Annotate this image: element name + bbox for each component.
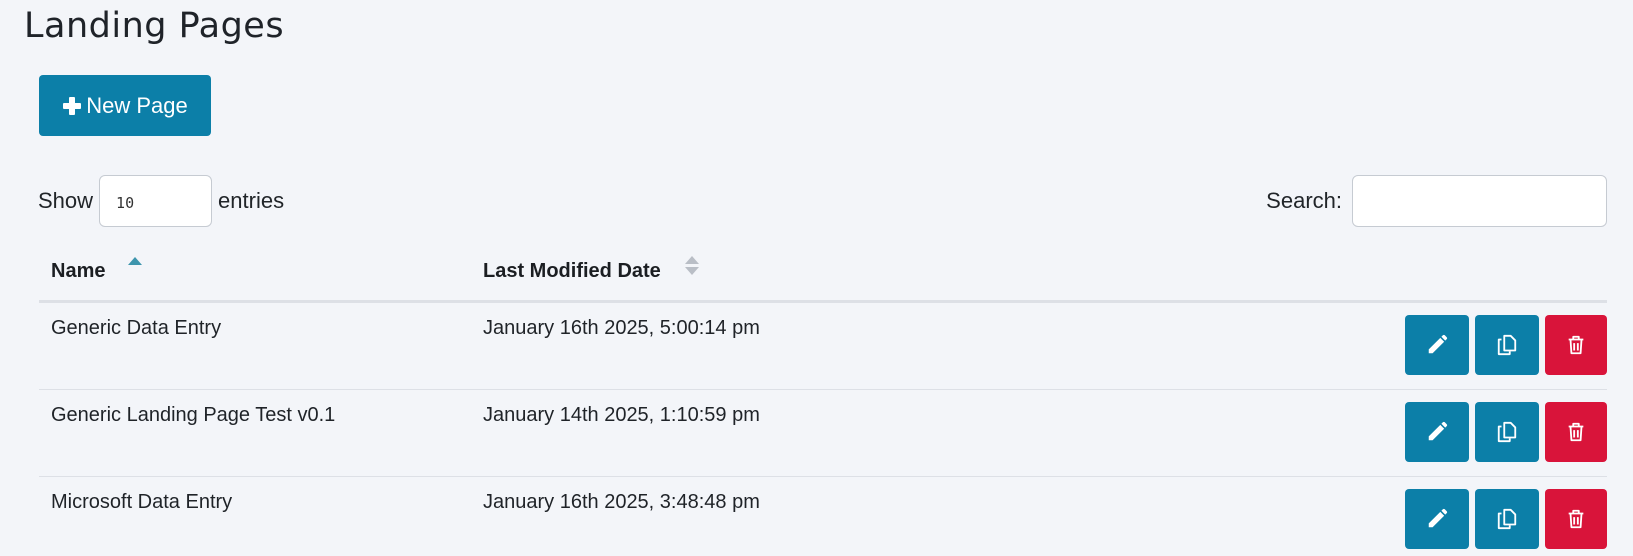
row-actions — [1405, 315, 1607, 375]
copy-icon — [1497, 508, 1517, 530]
column-header-last-modified[interactable]: Last Modified Date — [483, 256, 699, 283]
edit-button[interactable] — [1405, 402, 1469, 462]
page-length-select[interactable]: 10 — [99, 175, 213, 227]
table-row: Generic Landing Page Test v0.1 January 1… — [39, 390, 1607, 477]
table-row: Generic Data Entry January 16th 2025, 5:… — [39, 303, 1607, 390]
delete-button[interactable] — [1545, 315, 1607, 375]
row-actions — [1405, 489, 1607, 549]
row-modified-date: January 16th 2025, 3:48:48 pm — [483, 491, 760, 513]
page-title: Landing Pages — [24, 6, 285, 46]
plus-icon — [63, 96, 82, 115]
row-name: Microsoft Data Entry — [51, 491, 233, 513]
page-length-value: 10 — [116, 194, 135, 212]
search-control: Search: — [1266, 175, 1607, 227]
table-header: Name Last Modified Date — [39, 240, 1607, 303]
delete-button[interactable] — [1545, 489, 1607, 549]
page-length-control: Show 10 entries — [38, 175, 284, 227]
duplicate-button[interactable] — [1475, 489, 1539, 549]
sort-ascending-icon — [128, 257, 142, 265]
sort-unsorted-icon — [685, 256, 699, 278]
copy-icon — [1497, 334, 1517, 356]
row-name: Generic Data Entry — [51, 317, 222, 339]
landing-pages-table: Name Last Modified Date Generic Data Ent… — [39, 240, 1607, 556]
duplicate-button[interactable] — [1475, 402, 1539, 462]
trash-icon — [1568, 335, 1584, 355]
show-label: Show — [38, 188, 94, 213]
edit-icon — [1428, 421, 1448, 441]
trash-icon — [1568, 509, 1584, 529]
trash-icon — [1568, 422, 1584, 442]
column-header-name[interactable]: Name — [51, 257, 142, 283]
edit-icon — [1428, 334, 1448, 354]
row-name: Generic Landing Page Test v0.1 — [51, 404, 336, 426]
new-page-label: New Page — [86, 92, 188, 118]
edit-button[interactable] — [1405, 315, 1469, 375]
row-modified-date: January 16th 2025, 5:00:14 pm — [483, 317, 760, 339]
edit-icon — [1428, 508, 1448, 528]
entries-label: entries — [218, 188, 285, 213]
search-label: Search: — [1266, 188, 1342, 213]
search-input[interactable] — [1352, 175, 1607, 227]
table-row: Microsoft Data Entry January 16th 2025, … — [39, 477, 1607, 556]
copy-icon — [1497, 421, 1517, 443]
column-header-last-modified-label: Last Modified Date — [483, 260, 661, 282]
delete-button[interactable] — [1545, 402, 1607, 462]
column-header-name-label: Name — [51, 260, 106, 282]
row-modified-date: January 14th 2025, 1:10:59 pm — [483, 404, 760, 426]
new-page-button[interactable]: New Page — [39, 75, 211, 136]
duplicate-button[interactable] — [1475, 315, 1539, 375]
edit-button[interactable] — [1405, 489, 1469, 549]
row-actions — [1405, 402, 1607, 462]
